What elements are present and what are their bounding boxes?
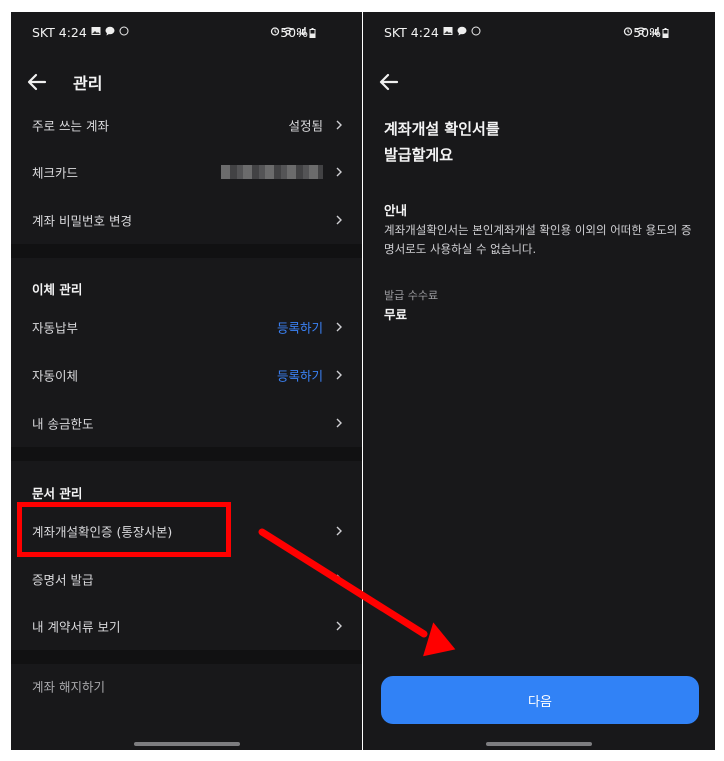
chevron-right-icon <box>336 370 342 380</box>
chevron-right-icon <box>336 322 342 332</box>
gesture-bar <box>486 742 592 746</box>
redacted-card-number <box>221 165 323 179</box>
notification-icons <box>91 26 129 36</box>
app-header: 관리 <box>11 58 362 106</box>
row-auto-transfer[interactable]: 자동이체 등록하기 <box>11 351 362 399</box>
section-title-documents: 문서 관리 <box>32 486 83 501</box>
status-time: SKT 4:24 <box>384 25 439 40</box>
notice-text: 계좌개설확인서는 본인계좌개설 확인용 이외의 어떠한 용도의 증명서로도 사용… <box>384 223 692 256</box>
row-main-account[interactable]: 주로 쓰는 계좌 설정됨 <box>11 101 362 149</box>
notification-icons <box>443 26 481 36</box>
chevron-right-icon <box>336 574 342 584</box>
row-label: 증명서 발급 <box>32 572 94 588</box>
row-close-account[interactable]: 계좌 해지하기 <box>11 662 362 710</box>
image-icon <box>91 27 101 35</box>
page-title: 관리 <box>73 74 103 93</box>
section-title-transfer: 이체 관리 <box>32 282 83 297</box>
chevron-right-icon <box>336 621 342 631</box>
status-bar: SKT 4:24 50% <box>363 12 715 52</box>
row-auto-payment[interactable]: 자동납부 등록하기 <box>11 303 362 351</box>
next-button[interactable]: 다음 <box>381 676 699 724</box>
manage-screen: SKT 4:24 50% 관리 주로 쓰는 계좌 설정됨 체크카드 계좌 비밀번… <box>11 12 362 750</box>
page-title: 계좌개설 확인서를 발급할게요 <box>384 120 500 164</box>
back-arrow-icon[interactable] <box>377 70 401 94</box>
battery-icon <box>309 28 316 38</box>
gesture-bar <box>133 742 240 746</box>
image-icon <box>443 27 453 35</box>
row-label: 자동이체 <box>32 368 79 384</box>
chevron-right-icon <box>336 526 342 536</box>
status-time: SKT 4:24 <box>32 25 87 40</box>
row-certificate-issue[interactable]: 증명서 발급 <box>11 555 362 603</box>
battery-icon <box>662 28 669 38</box>
row-transfer-limit[interactable]: 내 송금한도 <box>11 399 362 447</box>
compass-icon <box>471 26 481 36</box>
alarm-icon <box>623 27 633 36</box>
back-arrow-icon[interactable] <box>25 70 49 94</box>
battery-level: 50% <box>633 25 669 40</box>
message-icon <box>105 26 115 36</box>
row-my-contracts[interactable]: 내 계약서류 보기 <box>11 602 362 650</box>
alarm-icon <box>270 27 280 36</box>
status-bar: SKT 4:24 50% <box>11 12 362 52</box>
fee-label: 발급 수수료 <box>384 289 439 302</box>
row-label: 내 송금한도 <box>32 416 94 432</box>
row-label: 내 계약서류 보기 <box>32 619 121 635</box>
row-label: 체크카드 <box>32 165 79 181</box>
row-label: 자동납부 <box>32 320 79 336</box>
message-icon <box>457 26 467 36</box>
section-divider <box>11 244 362 258</box>
fee-value: 무료 <box>384 307 408 322</box>
certificate-issue-screen: SKT 4:24 50% 계좌개설 확인서를 발급할게요 안내 계좌개설확인서는… <box>363 12 715 750</box>
row-check-card[interactable]: 체크카드 <box>11 148 362 196</box>
row-value: 설정됨 <box>288 118 323 134</box>
chevron-right-icon <box>336 167 342 177</box>
highlight-box <box>17 502 231 557</box>
row-label: 주로 쓰는 계좌 <box>32 118 109 134</box>
compass-icon <box>119 26 129 36</box>
register-link[interactable]: 등록하기 <box>277 366 323 385</box>
row-label: 계좌 비밀번호 변경 <box>32 213 132 229</box>
chevron-right-icon <box>336 120 342 130</box>
chevron-right-icon <box>336 215 342 225</box>
row-change-password[interactable]: 계좌 비밀번호 변경 <box>11 196 362 244</box>
row-label: 계좌 해지하기 <box>32 679 105 695</box>
battery-level: 50% <box>280 25 316 40</box>
register-link[interactable]: 등록하기 <box>277 318 323 337</box>
chevron-right-icon <box>336 418 342 428</box>
app-header <box>363 58 715 106</box>
section-divider <box>11 447 362 461</box>
notice-title: 안내 <box>384 203 408 218</box>
